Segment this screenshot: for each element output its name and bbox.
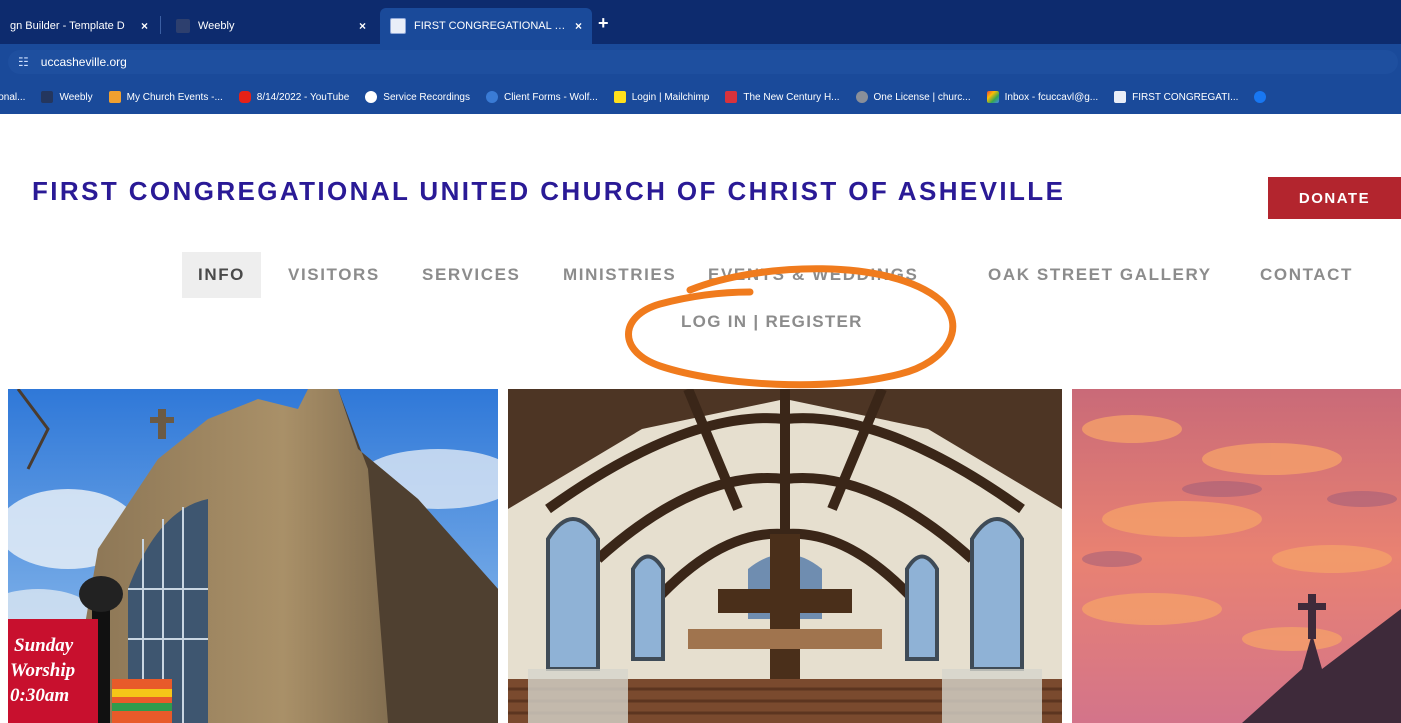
weebly-icon <box>41 91 54 103</box>
browser-tab-strip: gn Builder - Template D × Weebly × FIRST… <box>0 0 1401 44</box>
bookmark-item[interactable]: 8/14/2022 - YouTube <box>238 91 350 103</box>
nav-services[interactable]: SERVICES <box>422 252 520 298</box>
bookmark-label: One License | churc... <box>873 91 971 103</box>
bookmark-item[interactable]: FIRST CONGREGATI... <box>1114 91 1238 103</box>
browser-tab-builder[interactable]: gn Builder - Template D × <box>0 8 158 44</box>
nav-visitors[interactable]: VISITORS <box>288 252 380 298</box>
bookmark-label: Client Forms - Wolf... <box>504 91 598 103</box>
nav-oak-street-gallery[interactable]: OAK STREET GALLERY <box>988 252 1212 298</box>
bookmark-item[interactable]: The New Century H... <box>725 91 840 103</box>
site-title[interactable]: FIRST CONGREGATIONAL UNITED CHURCH OF CH… <box>32 176 1065 207</box>
bookmark-item[interactable] <box>1254 91 1272 103</box>
close-icon[interactable]: × <box>359 19 366 33</box>
nav-contact[interactable]: CONTACT <box>1260 252 1353 298</box>
bookmark-label: Login | Mailchimp <box>631 91 710 103</box>
sign-line-2: Worship <box>10 660 75 681</box>
youtube-icon <box>238 91 251 103</box>
tab-title: FIRST CONGREGATIONAL UNIT <box>414 20 567 32</box>
mailchimp-icon <box>613 91 626 103</box>
bookmark-label: My Church Events -... <box>126 91 223 103</box>
bookmark-label: Weebly <box>59 91 93 103</box>
bookmark-item[interactable]: My Church Events -... <box>108 91 223 103</box>
bookmark-label: FIRST CONGREGATI... <box>1132 91 1239 103</box>
globe-icon <box>365 91 378 103</box>
bookmark-item[interactable]: ional... <box>0 92 25 103</box>
sign-line-3: 0:30am <box>10 685 69 706</box>
tune-icon[interactable]: ☷ <box>18 55 29 69</box>
plus-icon[interactable]: + <box>598 14 609 32</box>
bookmark-label: ional... <box>0 91 26 103</box>
tab-title: gn Builder - Template D <box>10 20 125 32</box>
gmail-icon <box>986 91 999 103</box>
address-bar[interactable]: ☷ uccasheville.org <box>8 50 1398 74</box>
bookmark-item[interactable]: Login | Mailchimp <box>613 91 710 103</box>
tab-title: Weebly <box>198 20 235 32</box>
bookmark-label: 8/14/2022 - YouTube <box>256 91 350 103</box>
wolf-icon <box>486 91 498 103</box>
bookmark-item[interactable]: Service Recordings <box>365 91 470 103</box>
donate-button[interactable]: DONATE <box>1268 177 1401 219</box>
license-icon <box>855 91 868 103</box>
url-text: uccasheville.org <box>40 55 127 69</box>
calendar-icon <box>108 91 121 103</box>
bookmark-label: Inbox - fcuccavl@g... <box>1004 91 1099 103</box>
bookmark-label: The New Century H... <box>743 91 840 103</box>
nav-login-register[interactable]: LOG IN | REGISTER <box>681 308 863 336</box>
close-icon[interactable]: × <box>141 19 148 33</box>
church-icon <box>1114 91 1127 103</box>
bookmark-item[interactable]: One License | churc... <box>855 91 971 103</box>
bookmark-item[interactable]: Client Forms - Wolf... <box>486 91 598 103</box>
close-icon[interactable]: × <box>575 19 582 33</box>
browser-tab-weebly[interactable]: Weebly × <box>166 8 376 44</box>
nav-ministries[interactable]: MINISTRIES <box>563 252 676 298</box>
nav-events-weddings[interactable]: EVENTS & WEDDINGS <box>708 252 918 298</box>
church-favicon-icon <box>390 18 406 34</box>
nav-info[interactable]: INFO <box>182 252 262 298</box>
bookmark-item[interactable]: Inbox - fcuccavl@g... <box>986 91 1099 103</box>
bookmark-label: Service Recordings <box>383 91 470 103</box>
browser-tab-church[interactable]: FIRST CONGREGATIONAL UNIT × <box>380 8 592 44</box>
facebook-icon <box>1254 91 1267 103</box>
sunset-sky-photo <box>1072 389 1401 723</box>
church-exterior-photo: Sunday Worship 0:30am <box>8 389 498 723</box>
sign-line-1: Sunday <box>14 635 74 656</box>
weebly-favicon-icon <box>176 19 190 33</box>
bookmark-item[interactable]: Weebly <box>41 91 93 103</box>
hymnal-icon <box>725 91 738 103</box>
browser-toolbar: ☷ uccasheville.org <box>0 44 1401 80</box>
web-page: FIRST CONGREGATIONAL UNITED CHURCH OF CH… <box>0 114 1401 723</box>
sanctuary-interior-photo <box>508 389 1062 723</box>
tab-divider <box>160 16 161 34</box>
bookmarks-bar: ional... Weebly My Church Events -... 8/… <box>0 80 1401 114</box>
